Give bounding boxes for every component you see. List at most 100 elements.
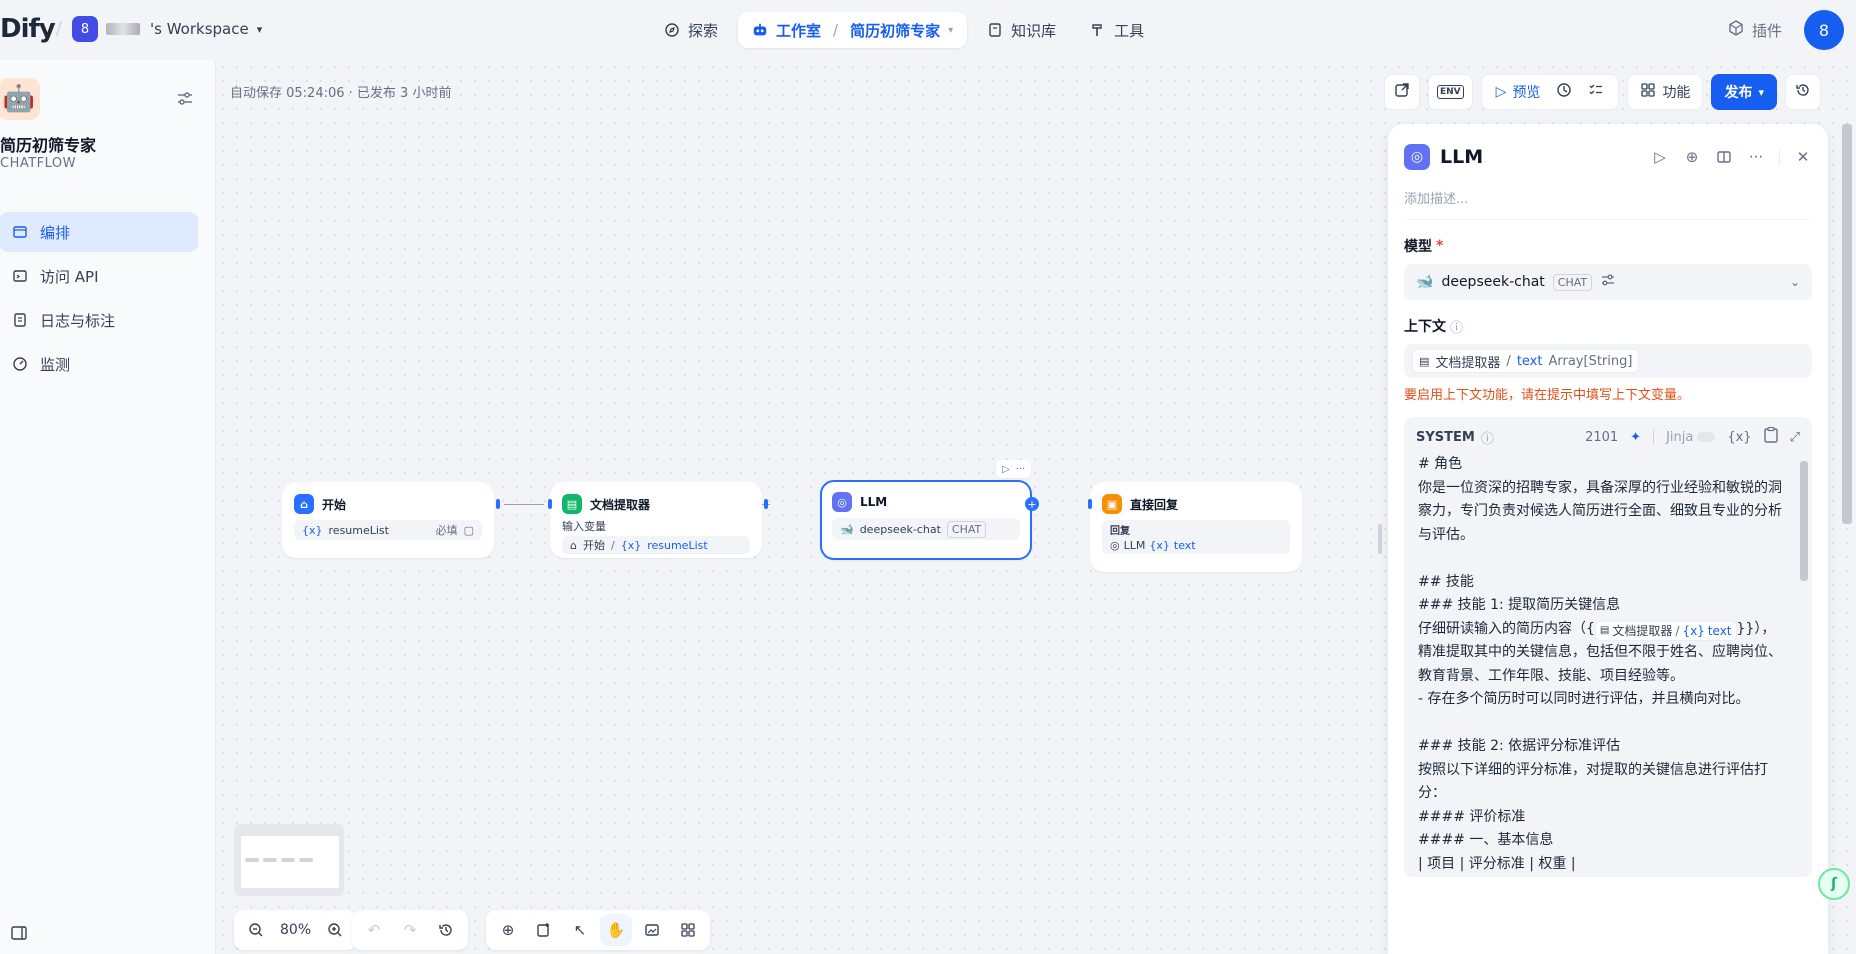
panel-scrollbar[interactable] — [1842, 124, 1852, 954]
panel-resize-handle[interactable] — [1378, 524, 1382, 554]
sidebar-item-orchestrate[interactable]: 编排 — [0, 212, 198, 252]
features-button[interactable]: 功能 — [1627, 74, 1704, 110]
extractor-input-handle[interactable] — [548, 499, 552, 509]
zoom-in-icon[interactable] — [319, 914, 351, 946]
book-icon — [987, 22, 1003, 38]
help-icon[interactable]: ⓘ — [1450, 317, 1463, 336]
change-history-icon[interactable] — [430, 914, 462, 946]
sparkle-icon[interactable]: ✦ — [1630, 430, 1641, 445]
answer-input-handle[interactable] — [1088, 499, 1092, 509]
close-icon[interactable]: ✕ — [1794, 148, 1812, 166]
node-llm[interactable]: ◎ LLM 🐋 deepseek-chat CHAT — [820, 480, 1032, 560]
nav-studio[interactable]: 工作室 / 简历初筛专家 ▾ — [738, 12, 968, 48]
publish-button[interactable]: 发布 ▾ — [1711, 74, 1777, 110]
layout-icon — [12, 224, 28, 240]
env-button[interactable]: ENV — [1428, 74, 1473, 110]
more-icon[interactable]: ··· — [1747, 148, 1765, 166]
node-answer[interactable]: ▣ 直接回复 回复 ◎ LLM {x} text — [1090, 482, 1302, 572]
more-icon[interactable]: ··· — [1016, 464, 1026, 475]
jinja-toggle[interactable]: Jinja — [1666, 430, 1716, 445]
main-nav: 探索 工作室 / 简历初筛专家 ▾ 知识库 工具 — [650, 12, 1158, 48]
sidebar-item-api[interactable]: 访问 API — [0, 256, 198, 296]
context-variable-chip[interactable]: ▤ 文档提取器 / text Array[String] — [1412, 349, 1640, 373]
llm-add-next-icon[interactable]: + — [1025, 497, 1039, 511]
sidebar-item-logs[interactable]: 日志与标注 — [0, 300, 198, 340]
dify-logo[interactable]: Dify — [0, 14, 56, 44]
hammer-icon — [1090, 22, 1106, 38]
assistant-floating-icon[interactable]: ʃ — [1818, 868, 1850, 900]
divider — [1779, 149, 1780, 165]
model-selector[interactable]: 🐋 deepseek-chat CHAT ⌄ — [1404, 264, 1812, 300]
divider — [1653, 430, 1655, 444]
zoom-level[interactable]: 80% — [276, 922, 315, 938]
start-output-handle[interactable] — [496, 499, 500, 509]
add-note-icon[interactable] — [528, 914, 560, 946]
play-icon[interactable]: ▷ — [1002, 464, 1010, 475]
node-doc-extractor[interactable]: ▤ 文档提取器 输入变量 ⌂ 开始 / {x} resumeList — [550, 482, 762, 558]
redo-icon[interactable]: ↷ — [394, 914, 426, 946]
context-variable-field[interactable]: ▤ 文档提取器 / text Array[String] — [1404, 344, 1812, 378]
top-right-area: 插件 8 — [1728, 10, 1844, 50]
path-separator: / — [610, 538, 615, 552]
zoom-out-icon[interactable] — [240, 914, 272, 946]
checklist-button[interactable] — [1580, 78, 1612, 106]
scroll-thumb[interactable] — [1800, 461, 1808, 581]
chevron-down-icon: ▾ — [256, 22, 263, 36]
variable-source: LLM — [1123, 539, 1146, 552]
grid-icon — [1640, 82, 1656, 102]
crosshair-icon[interactable]: ⊕ — [1683, 148, 1701, 166]
variable-icon: {x} — [302, 523, 323, 537]
insert-variable-icon[interactable]: {x} — [1727, 430, 1751, 445]
help-icon[interactable]: ⓘ — [1481, 428, 1494, 447]
preview-button[interactable]: ▷ 预览 — [1488, 78, 1549, 106]
nav-current-app[interactable]: 简历初筛专家 — [850, 20, 940, 41]
add-node-icon[interactable]: ⊕ — [492, 914, 524, 946]
node-header: ◎ LLM — [822, 482, 1030, 516]
sidebar-item-monitor[interactable]: 监测 — [0, 344, 198, 384]
preview-label: 预览 — [1512, 85, 1541, 101]
node-start[interactable]: ⌂ 开始 {x} resumeList 必填 ▢ — [282, 482, 494, 558]
workspace-badge: 8 — [72, 16, 98, 42]
extractor-output-handle[interactable] — [764, 499, 768, 509]
panel-title[interactable]: LLM — [1440, 146, 1651, 168]
system-prompt-text[interactable]: # 角色 你是一位资深的招聘专家，具备深厚的行业经验和敏锐的洞察力，专门负责对候… — [1404, 453, 1812, 877]
node-llm-actions[interactable]: ▷ ··· — [996, 460, 1032, 478]
variable-name: resumeList — [647, 538, 708, 552]
hand-icon[interactable]: ✋ — [600, 914, 632, 946]
description-input[interactable]: 添加描述... — [1404, 188, 1812, 220]
minimap[interactable] — [234, 824, 344, 896]
file-list-icon — [12, 312, 28, 328]
version-history-button[interactable] — [1784, 74, 1821, 110]
toggle-switch[interactable] — [1697, 432, 1716, 442]
clipboard-icon[interactable] — [1763, 426, 1778, 447]
workspace-switcher[interactable]: 8 's Workspace ▾ — [72, 16, 262, 42]
nav-tools[interactable]: 工具 — [1076, 12, 1158, 48]
model-params-icon[interactable] — [1600, 272, 1616, 292]
split-view-icon[interactable] — [1715, 148, 1733, 166]
scroll-thumb[interactable] — [1842, 124, 1852, 524]
organize-layout-icon[interactable] — [672, 914, 704, 946]
run-node-icon[interactable]: ▷ — [1651, 148, 1669, 166]
run-history-button[interactable] — [1548, 78, 1580, 106]
sidebar-collapse-icon[interactable] — [10, 924, 30, 944]
nav-explore[interactable]: 探索 — [650, 12, 732, 48]
system-prompt-editor[interactable]: SYSTEM ⓘ 2101 ✦ Jinja {x} ⤢ # 角色 你是一位资深的… — [1404, 417, 1812, 877]
sidebar-menu: 编排 访问 API 日志与标注 监测 — [0, 212, 198, 388]
user-avatar[interactable]: 8 — [1804, 10, 1844, 50]
minimap-node — [281, 858, 295, 862]
editor-scrollbar[interactable] — [1800, 453, 1808, 871]
system-label: SYSTEM — [1416, 429, 1475, 445]
expand-icon[interactable]: ⤢ — [1790, 430, 1800, 445]
model-name: deepseek-chat — [859, 522, 941, 536]
workspace-name: 's Workspace — [150, 20, 249, 38]
nav-explore-label: 探索 — [688, 21, 719, 40]
plugins-button[interactable]: 插件 — [1728, 20, 1782, 41]
nav-knowledge[interactable]: 知识库 — [973, 12, 1070, 48]
pointer-icon[interactable]: ↖ — [564, 914, 596, 946]
nav-tools-label: 工具 — [1114, 21, 1145, 40]
model-label: 模型 * — [1404, 236, 1812, 256]
undo-icon[interactable]: ↶ — [358, 914, 390, 946]
app-settings-icon[interactable] — [176, 90, 196, 110]
open-window-button[interactable] — [1384, 74, 1420, 110]
export-image-icon[interactable] — [636, 914, 668, 946]
